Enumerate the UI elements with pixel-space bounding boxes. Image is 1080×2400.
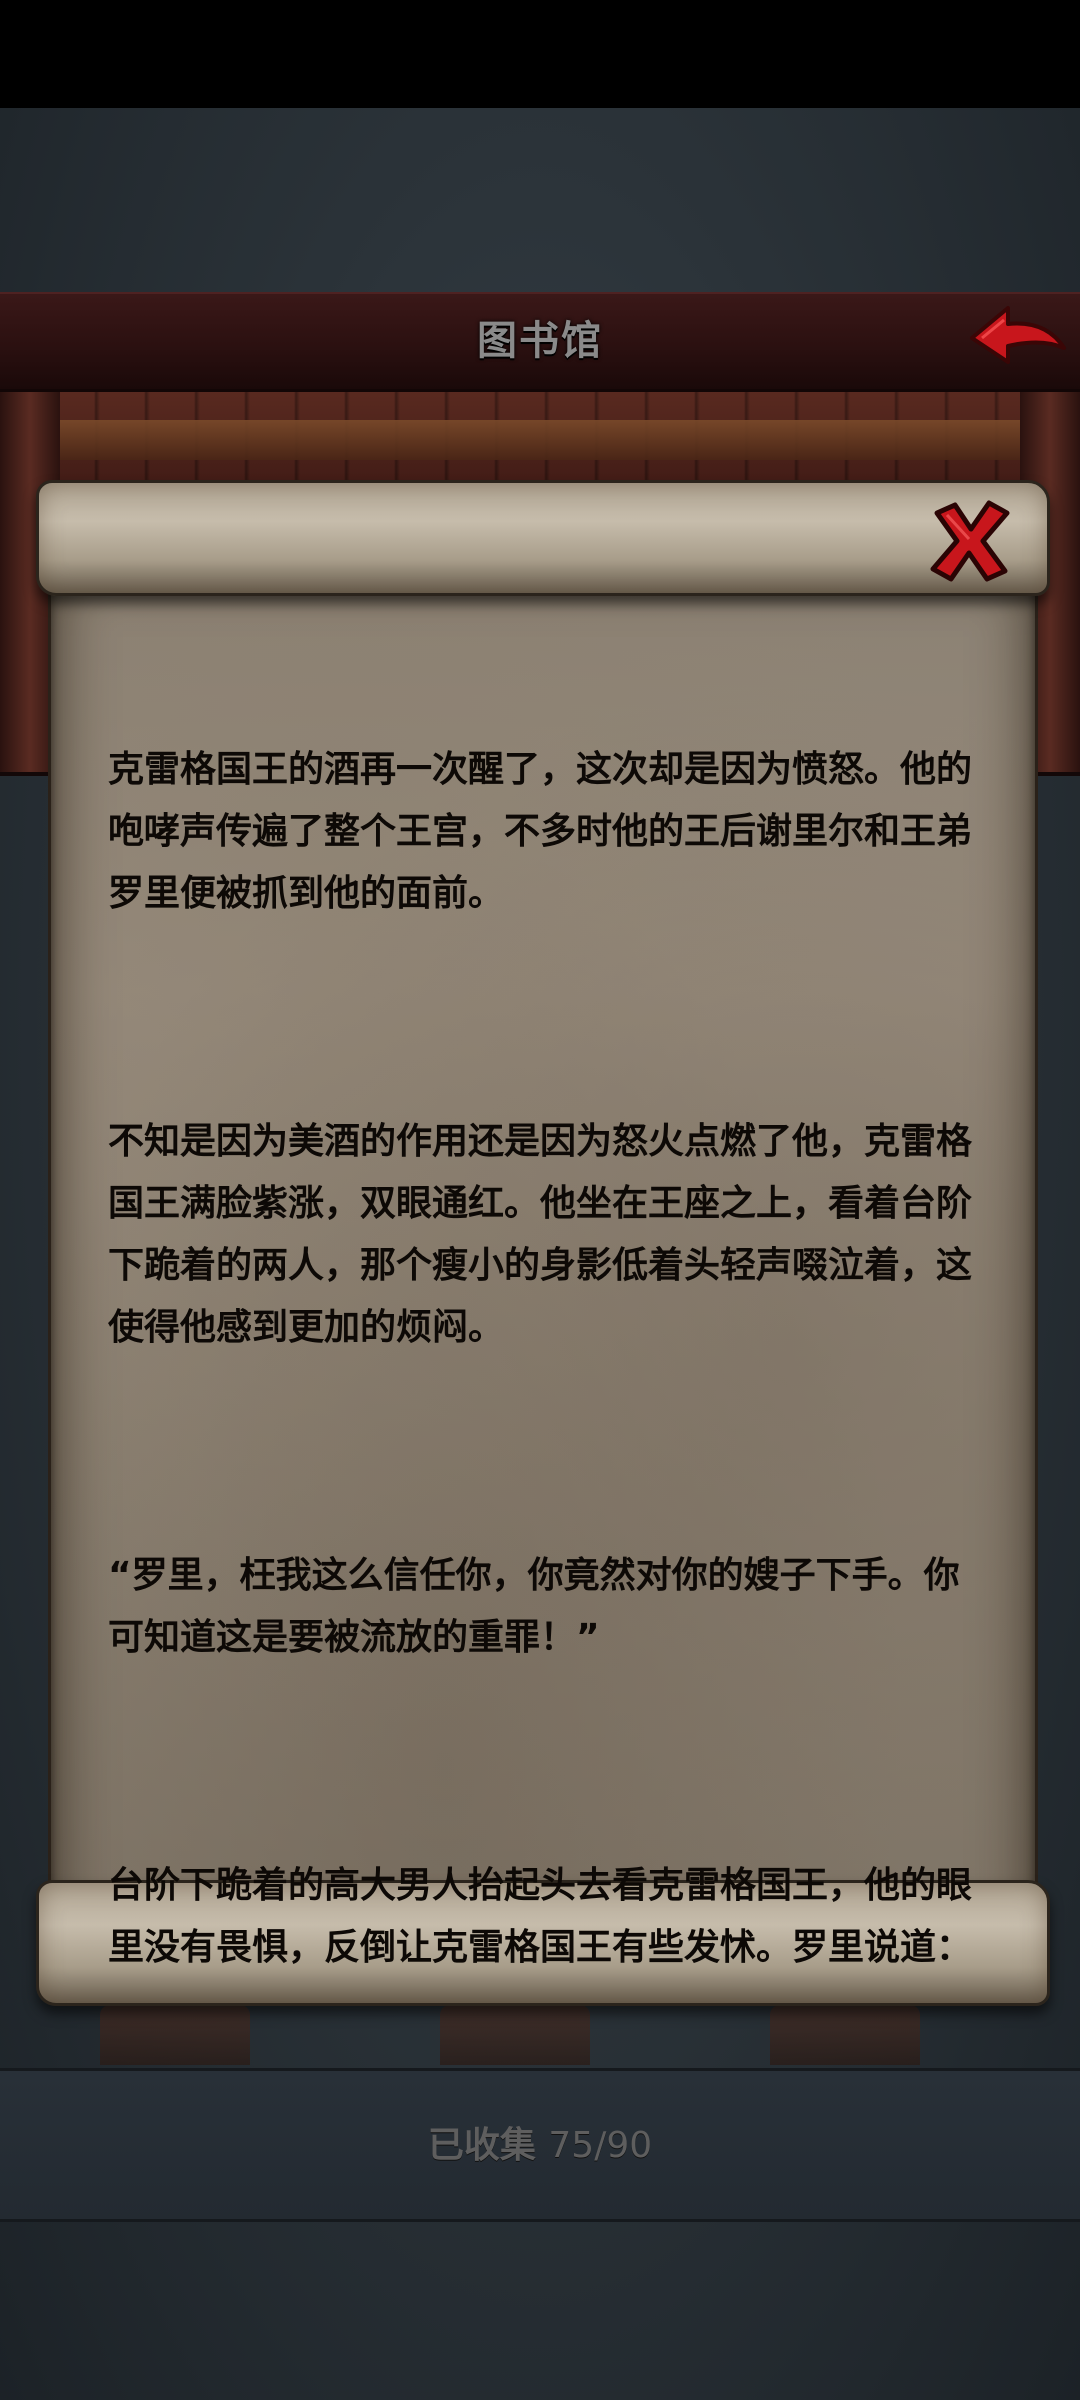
status-bar — [0, 0, 1080, 108]
screen: 图书馆 克雷格国王的酒再一次醒了，这次却是因为愤怒。他的咆哮声传遍了整个王宫，不… — [0, 0, 1080, 2400]
letter-paragraph: 克雷格国王的酒再一次醒了，这次却是因为愤怒。他的咆哮声传遍了整个王宫，不多时他的… — [108, 749, 973, 914]
letter-paragraph: 不知是因为美酒的作用还是因为怒火点燃了他，克雷格国王满脸紫涨，双眼通红。他坐在王… — [108, 1121, 973, 1348]
collection-count: 75/90 — [548, 2125, 653, 2166]
red-x-close-icon — [930, 500, 1010, 582]
scroll-roll-top — [36, 480, 1050, 596]
scene-beam — [0, 420, 1080, 460]
page-title: 图书馆 — [477, 318, 603, 364]
close-button[interactable] — [925, 495, 1015, 585]
collection-counter: 已收集 75/90 — [0, 2108, 1080, 2184]
letter-paragraph: 台阶下跪着的高大男人抬起头去看克雷格国王，他的眼里没有畏惧，反倒让克雷格国王有些… — [108, 1865, 973, 1968]
letter-text: 克雷格国王的酒再一次醒了，这次却是因为愤怒。他的咆哮声传遍了整个王宫，不多时他的… — [108, 615, 988, 2165]
letter-paragraph: “罗里，枉我这么信任你，你竟然对你的嫂子下手。你可知道这是要被流放的重罪！” — [108, 1555, 960, 1658]
header-bar: 图书馆 — [0, 292, 1080, 392]
collection-label: 已收集 — [427, 2125, 536, 2166]
back-button[interactable] — [968, 298, 1068, 376]
red-arrow-back-icon — [970, 306, 1066, 364]
